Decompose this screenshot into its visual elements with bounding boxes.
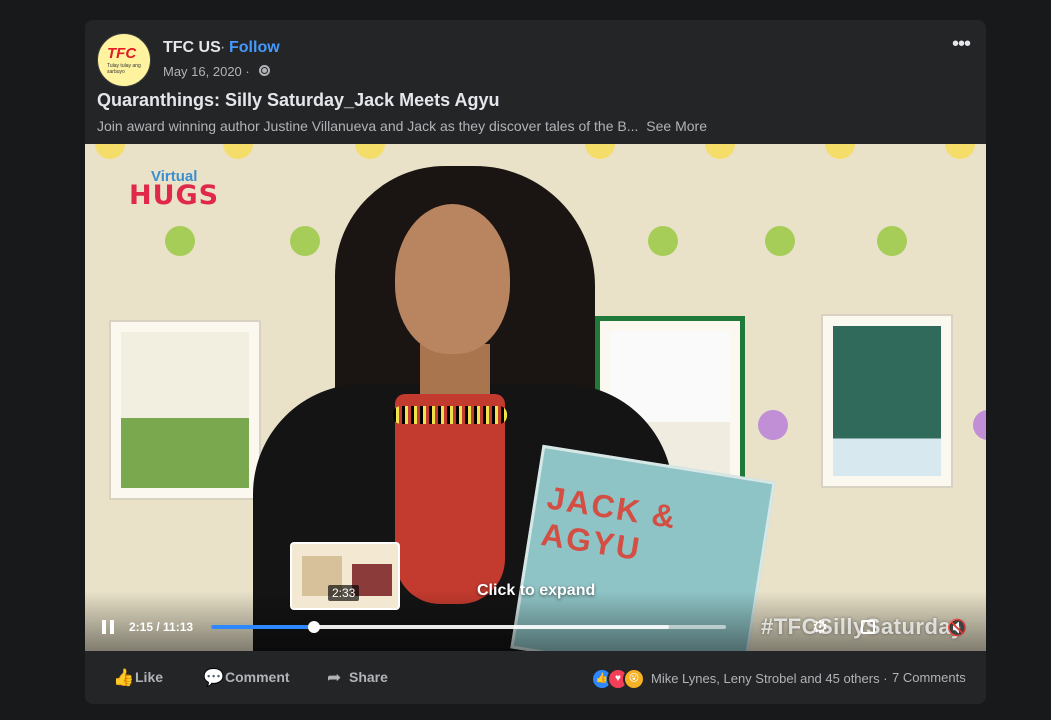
comment-button[interactable]: 💬Comment — [203, 668, 290, 688]
wall-poster-left — [109, 320, 261, 500]
name-separator: · — [220, 39, 226, 56]
mute-volume-icon[interactable]: 🔇 — [947, 618, 967, 638]
post-date[interactable]: May 16, 2020 · — [163, 64, 250, 79]
post-description: Join award winning author Justine Villan… — [97, 118, 707, 134]
globe-icon — [259, 65, 270, 76]
like-button[interactable]: 👍Like — [113, 668, 163, 688]
post-actions-bar: 👍Like 💬Comment ➦ Share 👍 ♥ 😮 Mike Lynes, … — [85, 651, 986, 704]
logo-tagline: Tulay tulay ang sarbuyo — [107, 63, 141, 75]
scrub-preview-thumbnail[interactable]: 2:33 — [290, 542, 400, 610]
comments-count[interactable]: 7 Comments — [892, 670, 966, 685]
see-more-link[interactable]: See More — [646, 118, 707, 134]
progress-bar[interactable] — [211, 625, 726, 629]
page-name[interactable]: TFC US — [163, 39, 221, 57]
preview-timestamp: 2:33 — [328, 585, 360, 601]
page-avatar[interactable]: TFC Tulay tulay ang sarbuyo — [97, 33, 151, 87]
wow-reaction-icon: 😮 — [623, 668, 645, 690]
comment-bubble-icon: 💬 — [203, 668, 225, 687]
more-options-icon[interactable]: ••• — [950, 34, 972, 60]
played-bar — [211, 625, 314, 629]
book-title: JACK & AGYU — [538, 479, 680, 568]
share-arrow-icon: ➦ — [327, 668, 342, 687]
necklace-band — [393, 406, 507, 424]
post-title: Quaranthings: Silly Saturday_Jack Meets … — [97, 90, 500, 110]
description-text: Join award winning author Justine Villan… — [97, 118, 639, 134]
click-to-expand-label[interactable]: Click to expand — [477, 582, 595, 600]
scrubber-handle[interactable] — [308, 621, 320, 633]
virtual-hugs-bottom: HUGS — [129, 180, 220, 211]
follow-button[interactable]: Follow — [229, 39, 280, 57]
presenter-face — [395, 204, 510, 354]
time-display: 2:15 / 11:13 — [129, 620, 194, 634]
video-player[interactable]: Virtual HUGS JACK & AGYU 2:33 Click to e… — [85, 144, 986, 651]
thumbs-up-icon: 👍 — [113, 668, 135, 687]
tfc-logo: TFC — [107, 45, 137, 62]
share-button[interactable]: ➦ Share — [327, 668, 388, 688]
fullscreen-icon[interactable] — [861, 620, 875, 634]
post-card: TFC Tulay tulay ang sarbuyo TFC US · Fol… — [85, 20, 986, 704]
settings-gear-icon[interactable]: ⚙ — [812, 618, 830, 636]
reaction-names[interactable]: Mike Lynes, Leny Strobel and 45 others · — [651, 671, 888, 686]
pause-icon[interactable] — [101, 620, 115, 634]
beaded-necklace — [395, 394, 505, 604]
wall-poster-right — [821, 314, 953, 488]
virtual-hugs-logo: Virtual HUGS — [129, 168, 219, 211]
